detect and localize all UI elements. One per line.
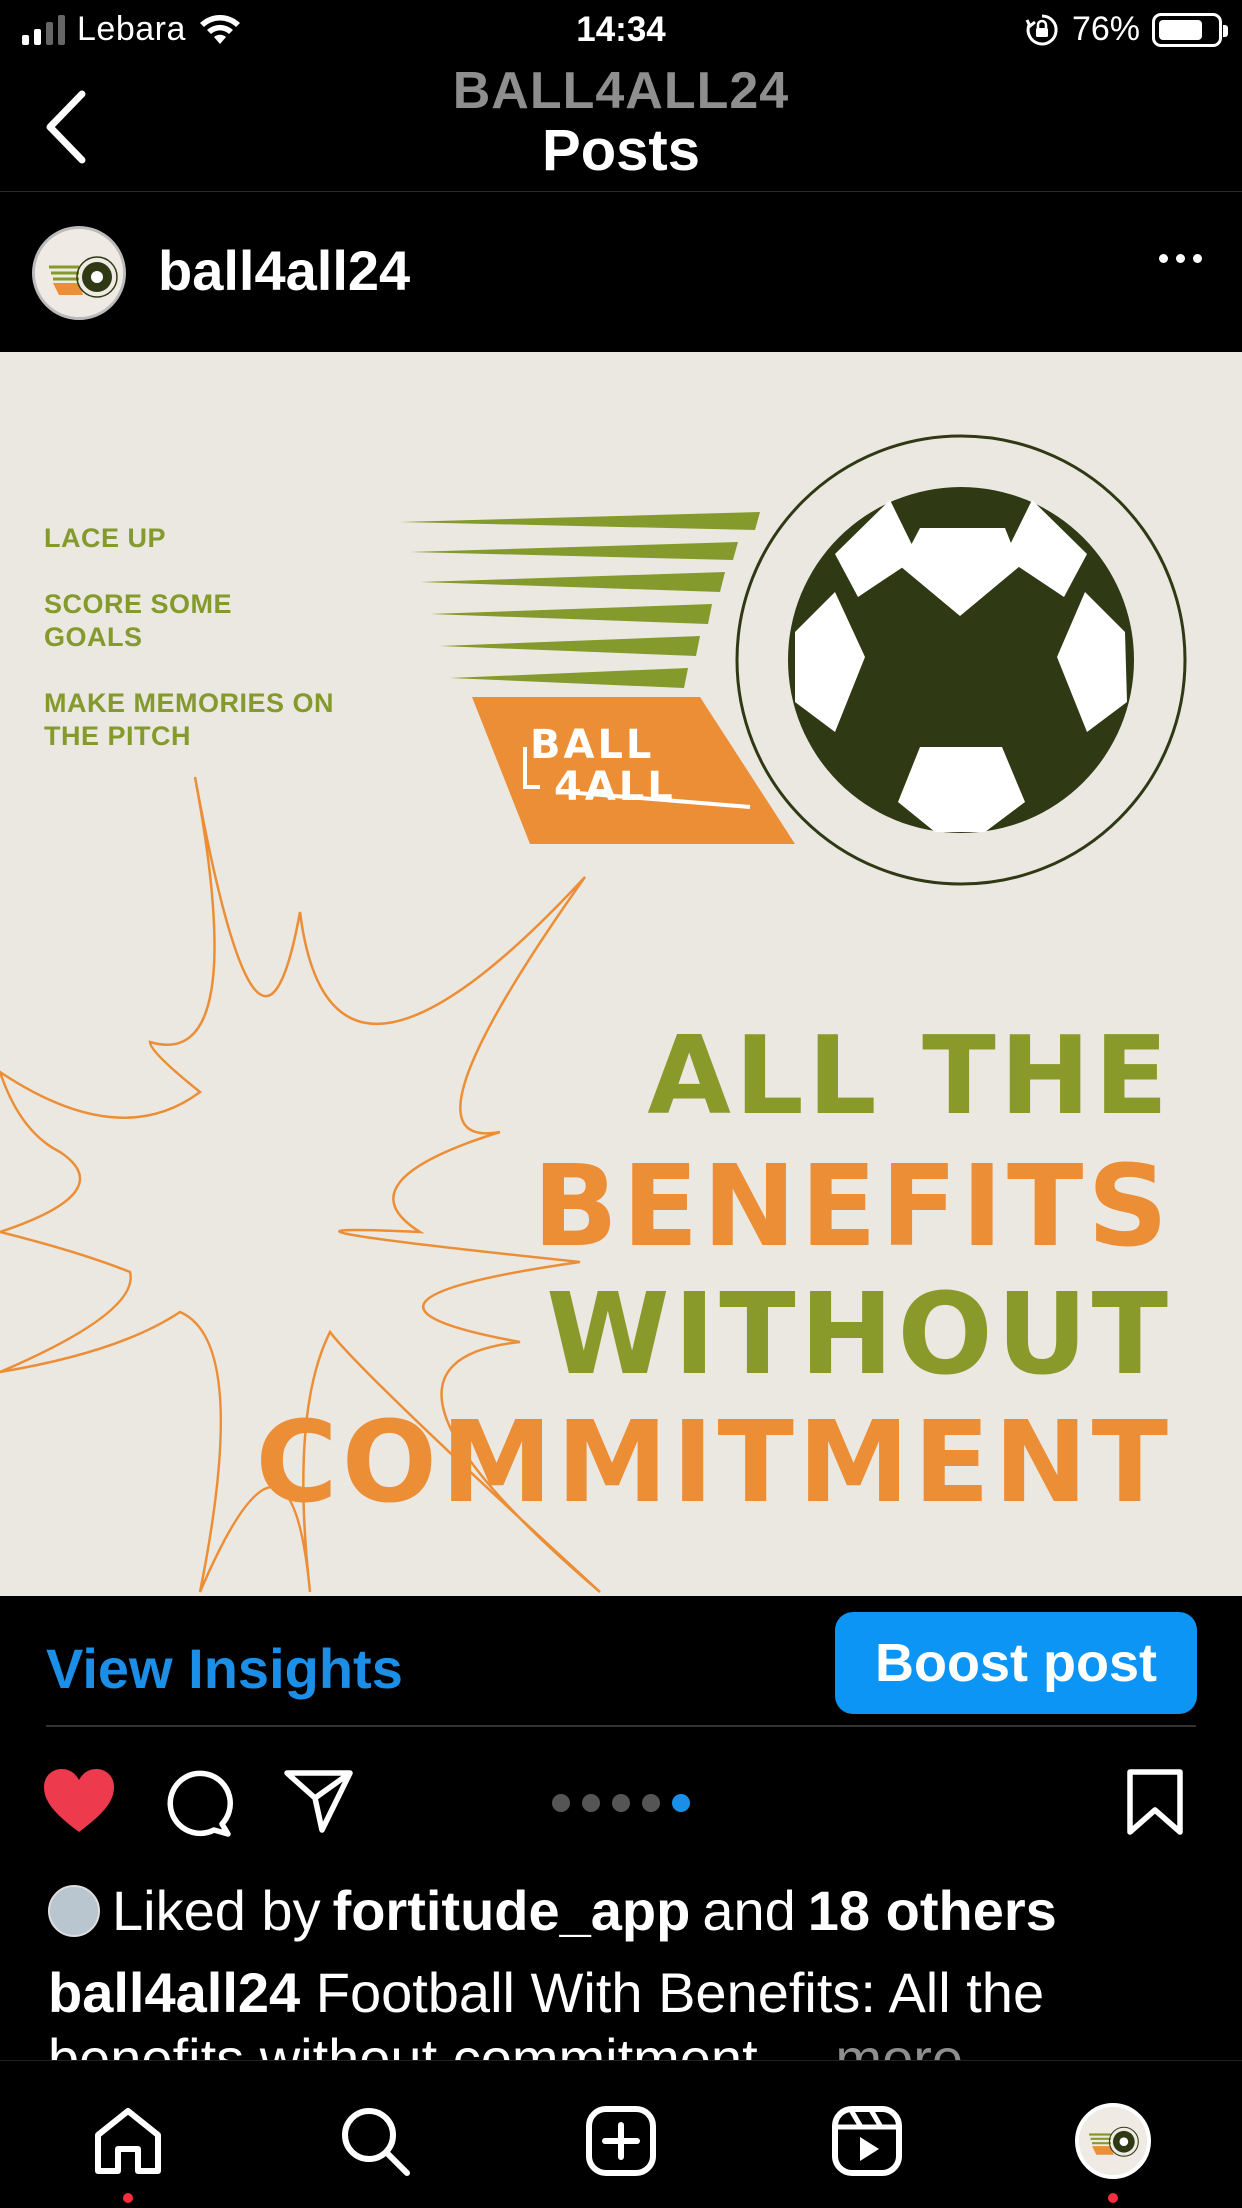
headline-line: WITHOUT bbox=[546, 1270, 1172, 1400]
tab-create[interactable] bbox=[581, 2101, 661, 2181]
status-bar: Lebara 14:34 76% bbox=[0, 0, 1242, 62]
carousel-dot bbox=[612, 1794, 630, 1812]
nav-titles: BALL4ALL24 Posts bbox=[0, 62, 1242, 182]
caption-username[interactable]: ball4all24 bbox=[48, 1961, 300, 2024]
post-header: ball4all24 bbox=[0, 192, 1242, 352]
headline-line: COMMITMENT bbox=[255, 1398, 1172, 1528]
tab-home[interactable] bbox=[88, 2101, 168, 2203]
carousel-dot bbox=[642, 1794, 660, 1812]
nav-account-name: BALL4ALL24 bbox=[452, 62, 790, 120]
ball4all-logo-icon bbox=[1079, 2107, 1147, 2175]
boost-post-button[interactable]: Boost post bbox=[835, 1612, 1197, 1714]
post-image[interactable]: LACE UP SCORE SOME GOALS MAKE MEMORIES O… bbox=[0, 352, 1242, 1596]
tab-search[interactable] bbox=[335, 2101, 415, 2181]
tab-reels[interactable] bbox=[827, 2101, 907, 2181]
promo-item: SCORE SOME GOALS bbox=[44, 589, 233, 652]
carousel-dot bbox=[552, 1794, 570, 1812]
soccer-ball-graphic bbox=[788, 487, 1134, 833]
tab-profile[interactable] bbox=[1073, 2101, 1153, 2203]
liked-by-others[interactable]: 18 others bbox=[808, 1878, 1057, 1943]
divider bbox=[46, 1725, 1196, 1727]
more-options-button[interactable] bbox=[1159, 254, 1202, 263]
logo-line: 4ALL bbox=[554, 764, 676, 810]
page-title: Posts bbox=[542, 118, 700, 183]
post-actions bbox=[0, 1760, 1242, 1850]
headline-line: BENEFITS bbox=[532, 1142, 1172, 1272]
speed-lines-graphic bbox=[400, 512, 760, 688]
profile-avatar bbox=[1075, 2103, 1151, 2179]
notification-dot bbox=[123, 2193, 133, 2203]
heart-icon[interactable] bbox=[42, 1768, 116, 1834]
caption-more-link[interactable]: ... more bbox=[773, 2027, 963, 2064]
search-icon bbox=[342, 2108, 410, 2176]
liked-by-and: and bbox=[702, 1879, 796, 1942]
liked-by-user[interactable]: fortitude_app bbox=[333, 1878, 691, 1943]
caption[interactable]: ball4all24 Football With Benefits: All t… bbox=[48, 1960, 1198, 2064]
create-icon bbox=[586, 2106, 656, 2176]
notification-dot bbox=[1108, 2193, 1118, 2203]
logo-text: BALL 4ALL bbox=[530, 724, 676, 808]
likes-row[interactable]: Liked by fortitude_app and 18 others bbox=[48, 1878, 1057, 1943]
battery-percent: 76% bbox=[1071, 10, 1140, 48]
share-icon[interactable] bbox=[284, 1768, 354, 1834]
view-insights-link[interactable]: View Insights bbox=[46, 1636, 403, 1701]
post-username[interactable]: ball4all24 bbox=[158, 238, 410, 303]
promo-item: LACE UP bbox=[44, 523, 167, 553]
reels-icon bbox=[832, 2106, 902, 2176]
promo-list: LACE UP SCORE SOME GOALS MAKE MEMORIES O… bbox=[44, 522, 334, 786]
battery-icon bbox=[1152, 12, 1228, 47]
liked-by-prefix: Liked by bbox=[112, 1879, 321, 1942]
insights-bar: View Insights Boost post bbox=[0, 1596, 1242, 1726]
status-right: 76% bbox=[1024, 10, 1228, 49]
nav-header: BALL4ALL24 Posts bbox=[0, 62, 1242, 192]
comment-icon[interactable] bbox=[164, 1768, 234, 1838]
logo-line: BALL bbox=[530, 722, 655, 768]
liker-avatar bbox=[48, 1884, 100, 1937]
carousel-dot bbox=[582, 1794, 600, 1812]
bookmark-icon[interactable] bbox=[1126, 1768, 1184, 1836]
orientation-lock-icon bbox=[1025, 13, 1058, 45]
ball4all-logo-icon bbox=[35, 229, 123, 317]
home-icon bbox=[95, 2108, 161, 2174]
promo-item: MAKE MEMORIES ON THE PITCH bbox=[44, 688, 335, 751]
headline-line: ALL THE bbox=[647, 1014, 1172, 1139]
avatar[interactable] bbox=[32, 226, 126, 320]
tab-bar bbox=[0, 2060, 1242, 2208]
carousel-dot bbox=[672, 1794, 690, 1812]
carousel-indicator bbox=[552, 1794, 690, 1812]
